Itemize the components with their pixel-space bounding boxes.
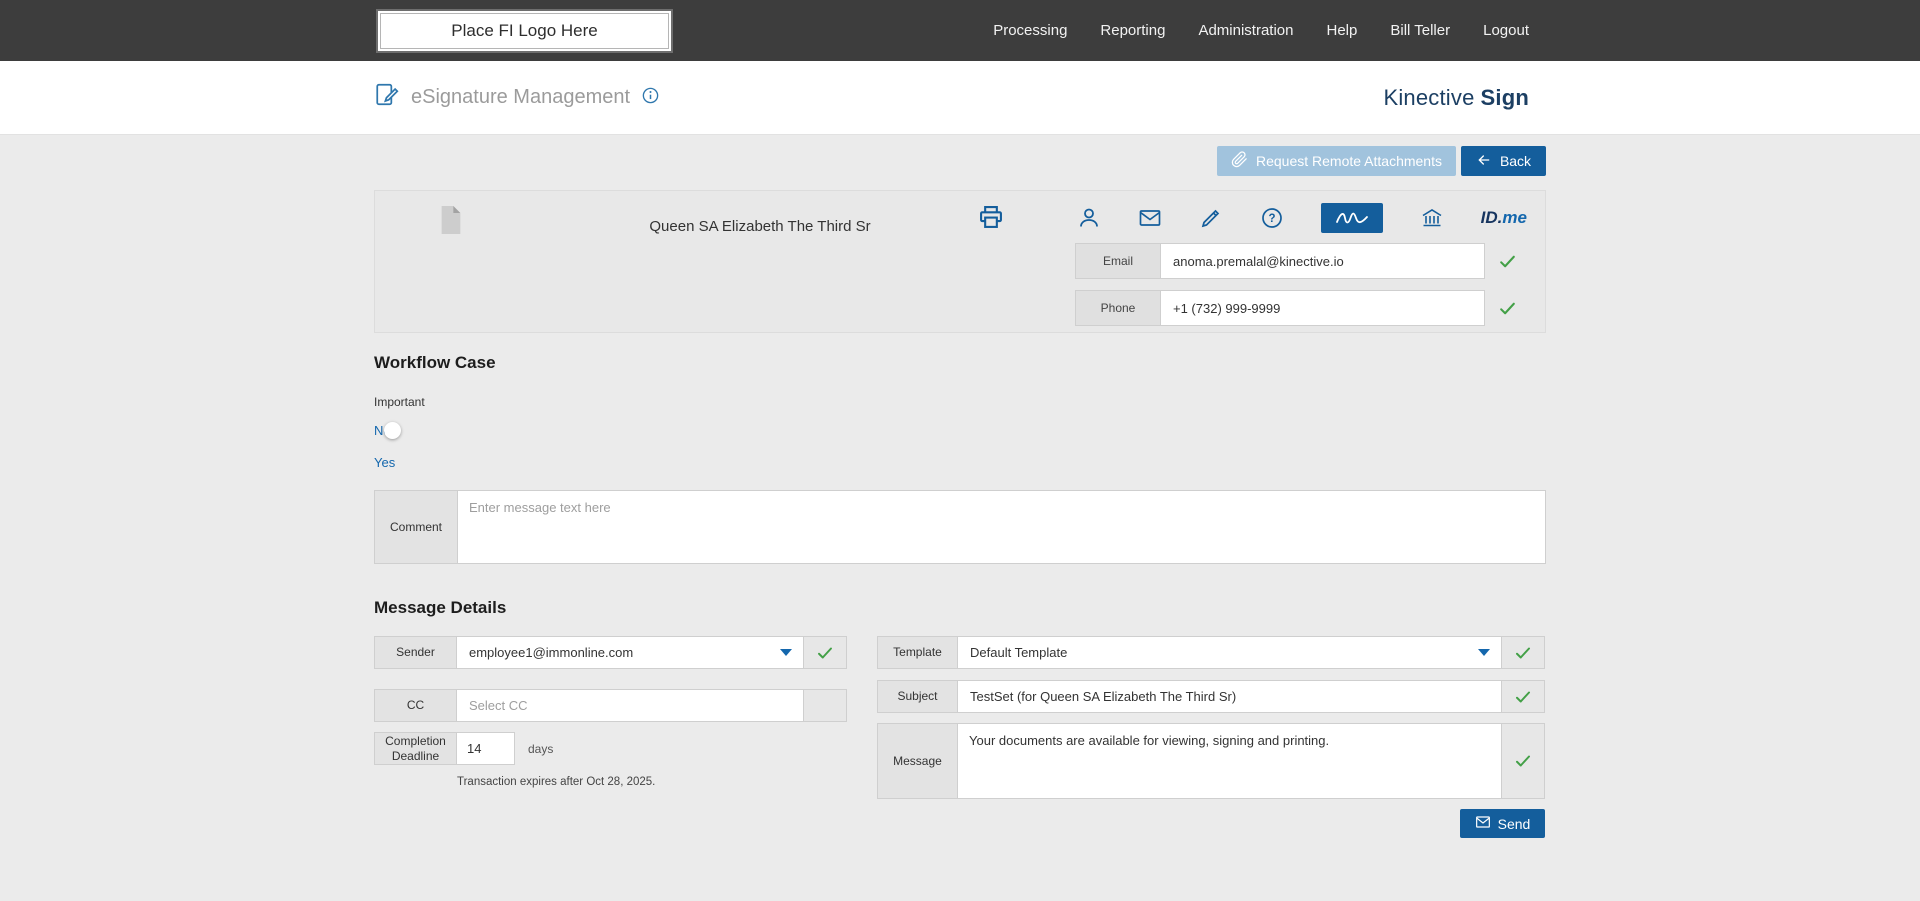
fi-logo-placeholder: Place FI Logo Here <box>376 9 673 53</box>
comment-input[interactable] <box>458 490 1546 564</box>
svg-text:?: ? <box>1268 213 1275 225</box>
recipient-auth-panel: ? ID.me <box>1075 199 1529 326</box>
sender-row: Sender employee1@immonline.com <box>374 636 847 669</box>
cc-status-cell <box>804 689 847 722</box>
phone-field[interactable]: +1 (732) 999-9999 <box>1161 290 1485 326</box>
recipient-card: Queen SA Elizabeth The Third Sr <box>374 190 1546 333</box>
toggle-knob[interactable] <box>384 422 401 439</box>
page-title: eSignature Management <box>411 86 630 109</box>
details-left-column: Sender employee1@immonline.com CC Comp <box>374 636 847 838</box>
phone-valid-check-icon <box>1485 290 1529 326</box>
template-value: Default Template <box>970 645 1067 660</box>
message-input[interactable]: Your documents are available for viewing… <box>958 723 1502 799</box>
message-label: Message <box>877 723 958 799</box>
kinective-sign-logo: Kinective Sign <box>1383 61 1529 134</box>
comment-row: Comment <box>374 490 1546 564</box>
top-nav: Processing Reporting Administration Help… <box>993 0 1529 61</box>
sender-label: Sender <box>374 636 457 669</box>
header: eSignature Management Kinective Sign <box>0 61 1920 135</box>
main-area: Request Remote Attachments Back Queen SA… <box>0 135 1920 901</box>
important-label: Important <box>374 395 1546 409</box>
envelope-icon[interactable] <box>1138 206 1162 230</box>
message-valid-check-icon <box>1502 723 1545 799</box>
phone-label: Phone <box>1075 290 1161 326</box>
request-remote-attachments-button[interactable]: Request Remote Attachments <box>1217 146 1456 176</box>
important-toggle-no[interactable]: No <box>374 422 1546 439</box>
nav-logout[interactable]: Logout <box>1483 22 1529 39</box>
sender-valid-check-icon <box>804 636 847 669</box>
sender-select[interactable]: employee1@immonline.com <box>457 636 804 669</box>
template-label: Template <box>877 636 958 669</box>
esign-swoosh-icon-active[interactable] <box>1321 203 1383 233</box>
print-button[interactable] <box>977 203 1005 234</box>
email-valid-check-icon <box>1485 243 1529 279</box>
subject-row: Subject <box>877 680 1545 713</box>
signature-pen-icon[interactable] <box>1199 206 1223 230</box>
person-icon[interactable] <box>1077 206 1101 230</box>
phone-row: Phone +1 (732) 999-9999 <box>1075 290 1529 326</box>
cc-row: CC <box>374 689 847 722</box>
send-row: Send <box>877 809 1545 838</box>
completion-deadline-input[interactable] <box>457 732 515 765</box>
subject-label: Subject <box>877 680 958 713</box>
template-select[interactable]: Default Template <box>958 636 1502 669</box>
message-details-heading: Message Details <box>374 598 1546 618</box>
auth-method-row: ? ID.me <box>1075 199 1529 237</box>
cc-label: CC <box>374 689 457 722</box>
email-row: Email anoma.premalal@kinective.io <box>1075 243 1529 279</box>
important-toggle-yes[interactable]: Yes <box>374 455 395 470</box>
back-arrow-icon <box>1476 152 1492 171</box>
email-field[interactable]: anoma.premalal@kinective.io <box>1161 243 1485 279</box>
brand-suffix: Sign <box>1481 85 1529 111</box>
esignature-doc-icon <box>374 82 400 113</box>
chevron-down-icon <box>1478 649 1490 656</box>
nav-administration[interactable]: Administration <box>1198 22 1293 39</box>
template-row: Template Default Template <box>877 636 1545 669</box>
idme-logo[interactable]: ID.me <box>1481 208 1527 228</box>
brand-name: Kinective <box>1383 85 1474 111</box>
message-row: Message Your documents are available for… <box>877 723 1545 799</box>
topbar: Place FI Logo Here Processing Reporting … <box>0 0 1920 61</box>
request-remote-attachments-label: Request Remote Attachments <box>1256 153 1442 169</box>
idme-prefix: ID. <box>1481 208 1503 227</box>
subject-valid-check-icon <box>1502 680 1545 713</box>
subject-input[interactable] <box>958 680 1502 713</box>
nav-help[interactable]: Help <box>1327 22 1358 39</box>
nav-reporting[interactable]: Reporting <box>1100 22 1165 39</box>
back-button[interactable]: Back <box>1461 146 1546 176</box>
template-valid-check-icon <box>1502 636 1545 669</box>
message-details-grid: Sender employee1@immonline.com CC Comp <box>374 636 1546 838</box>
document-icon <box>437 203 465 242</box>
bank-icon[interactable] <box>1420 206 1444 230</box>
workflow-case-heading: Workflow Case <box>374 353 1546 373</box>
nav-processing[interactable]: Processing <box>993 22 1067 39</box>
completion-deadline-label: Completion Deadline <box>374 732 457 765</box>
details-right-column: Template Default Template Subject <box>877 636 1545 838</box>
nav-user[interactable]: Bill Teller <box>1390 22 1450 39</box>
expiry-note: Transaction expires after Oct 28, 2025. <box>457 776 847 788</box>
idme-suffix: me <box>1502 208 1527 227</box>
sender-value: employee1@immonline.com <box>469 645 633 660</box>
actions-row: Request Remote Attachments Back <box>374 135 1546 176</box>
recipient-name: Queen SA Elizabeth The Third Sr <box>595 218 925 235</box>
cc-input[interactable] <box>457 689 804 722</box>
back-label: Back <box>1500 153 1531 169</box>
email-label: Email <box>1075 243 1161 279</box>
completion-deadline-row: Completion Deadline days <box>374 732 847 765</box>
kba-question-icon[interactable]: ? <box>1260 206 1284 230</box>
comment-label: Comment <box>374 490 458 564</box>
chevron-down-icon <box>780 649 792 656</box>
info-icon[interactable] <box>641 86 660 110</box>
send-button[interactable]: Send <box>1460 809 1545 838</box>
deadline-unit-label: days <box>528 742 553 756</box>
send-label: Send <box>1498 816 1531 832</box>
send-envelope-icon <box>1475 814 1491 833</box>
paperclip-icon <box>1231 151 1248 171</box>
